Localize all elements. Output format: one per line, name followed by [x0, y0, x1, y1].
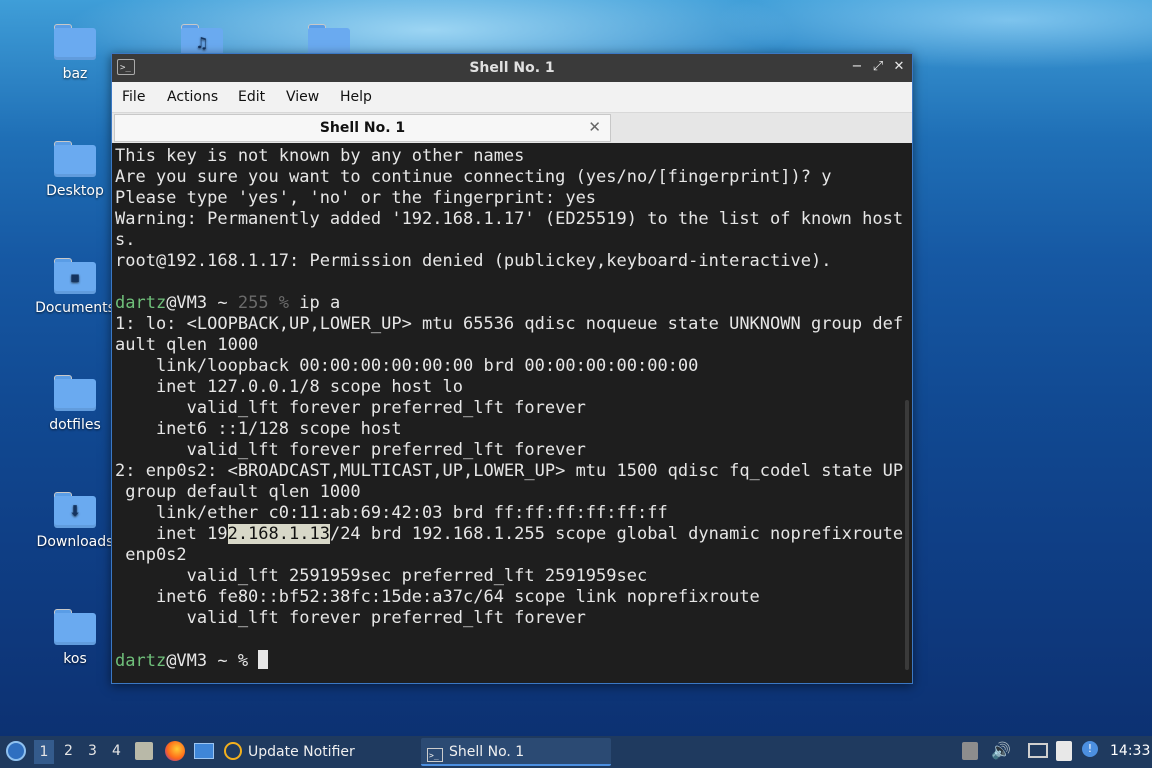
prompt-command: ip a: [289, 293, 341, 313]
desktop-icon-kos[interactable]: kos: [32, 609, 118, 667]
desktop-icon-label: kos: [63, 651, 87, 667]
desktop-icon-label: Desktop: [46, 183, 104, 199]
terminal-line: valid_lft forever preferred_lft forever: [115, 398, 586, 418]
update-notifier-icon: [224, 742, 242, 760]
desktop-icon-downloads[interactable]: ⬇ Downloads: [32, 492, 118, 550]
taskbar: 1 2 3 4 Update Notifier >_ Shell No. 1 🔊 …: [0, 736, 1152, 768]
desktop-icon-label: Documents: [35, 300, 115, 316]
clipboard-icon[interactable]: [1056, 741, 1072, 761]
terminal-line: inet6 ::1/128 scope host: [115, 419, 402, 439]
terminal-line: This key is not known by any other names: [115, 146, 525, 166]
desktop-icon-baz[interactable]: baz: [32, 24, 118, 82]
network-icon[interactable]: [1028, 743, 1048, 758]
window-title: Shell No. 1: [469, 60, 555, 76]
start-menu-icon[interactable]: [6, 741, 26, 761]
folder-icon: [54, 375, 96, 411]
prompt-line: dartz@VM3 ~ %: [115, 650, 911, 671]
file-manager-icon[interactable]: [135, 742, 153, 760]
workspace-3[interactable]: 3: [88, 743, 97, 759]
prompt-host: @VM3 ~: [166, 293, 238, 313]
prompt-exit-code: 255 %: [237, 293, 290, 313]
terminal-line: 2: enp0s2: <BROADCAST,MULTICAST,UP,LOWER…: [115, 461, 904, 481]
terminal-line: valid_lft forever preferred_lft forever: [115, 440, 586, 460]
terminal-line: Warning: Permanently added '192.168.1.17…: [115, 209, 904, 229]
tab-label: Shell No. 1: [319, 120, 406, 136]
prompt-host: @VM3 ~ %: [166, 651, 259, 671]
taskbar-update-notifier[interactable]: Update Notifier: [224, 738, 414, 766]
terminal-line: valid_lft 2591959sec preferred_lft 25919…: [115, 566, 648, 586]
folder-icon: [54, 24, 96, 60]
terminal-line: inet6 fe80::bf52:38fc:15de:a37c/64 scope…: [115, 587, 760, 607]
inet-suffix: /24 brd 192.168.1.255 scope global dynam…: [329, 524, 904, 544]
menu-help[interactable]: Help: [340, 89, 372, 105]
workspace-1[interactable]: 1: [34, 740, 54, 764]
menu-actions[interactable]: Actions: [167, 89, 218, 105]
maximize-button[interactable]: ⤢: [869, 58, 887, 76]
folder-icon: [54, 609, 96, 645]
notification-icon[interactable]: !: [1082, 741, 1098, 757]
desktop-icon-desktop[interactable]: Desktop: [32, 141, 118, 199]
terminal-output[interactable]: This key is not known by any other names…: [113, 144, 911, 683]
terminal-line: Please type 'yes', 'no' or the fingerpri…: [115, 188, 597, 208]
terminal-line: group default qlen 1000: [115, 482, 361, 502]
menu-view[interactable]: View: [286, 89, 319, 105]
window-titlebar[interactable]: >_ Shell No. 1 − ⤢ ✕: [112, 54, 912, 82]
downloads-folder-icon: ⬇: [54, 492, 96, 528]
terminal-line: inet 127.0.0.1/8 scope host lo: [115, 377, 463, 397]
terminal-icon: >_: [427, 748, 443, 762]
terminal-line: link/ether c0:11:ab:69:42:03 brd ff:ff:f…: [115, 503, 668, 523]
inet-line: inet 192.168.1.13/24 brd 192.168.1.255 s…: [115, 524, 911, 545]
desktop-icon-label: dotfiles: [49, 417, 101, 433]
tab-bar: Shell No. 1 ✕: [112, 113, 912, 143]
taskbar-shell-no-1[interactable]: >_ Shell No. 1: [421, 738, 611, 766]
terminal-line: Are you sure you want to continue connec…: [115, 167, 832, 187]
taskbar-app-label: Update Notifier: [248, 744, 355, 760]
desktop-icon-label: Downloads: [36, 534, 114, 550]
selected-ip-text[interactable]: 2.168.1.13: [227, 524, 330, 544]
terminal-text: This key is not known by any other names…: [113, 144, 911, 671]
close-button[interactable]: ✕: [890, 58, 908, 76]
tab-close-icon[interactable]: ✕: [588, 118, 601, 136]
volume-icon[interactable]: 🔊: [991, 741, 1011, 760]
terminal-line: root@192.168.1.17: Permission denied (pu…: [115, 251, 832, 271]
desktop-icon-documents[interactable]: ▪ Documents: [32, 258, 118, 316]
prompt-user: dartz: [115, 651, 167, 671]
firefox-icon[interactable]: [165, 741, 185, 761]
terminal-line: valid_lft forever preferred_lft forever: [115, 608, 586, 628]
terminal-line: 1: lo: <LOOPBACK,UP,LOWER_UP> mtu 65536 …: [115, 314, 904, 334]
workspace-4[interactable]: 4: [112, 743, 121, 759]
prompt-user: dartz: [115, 293, 167, 313]
taskbar-app-label: Shell No. 1: [449, 744, 525, 760]
terminal-scrollbar[interactable]: [905, 400, 909, 670]
minimize-button[interactable]: −: [848, 58, 866, 76]
menu-file[interactable]: File: [122, 89, 145, 105]
terminal-window[interactable]: >_ Shell No. 1 − ⤢ ✕ File Actions Edit V…: [111, 53, 913, 684]
terminal-line: ault qlen 1000: [115, 335, 259, 355]
tab-shell-1[interactable]: Shell No. 1 ✕: [114, 114, 611, 142]
show-desktop-icon[interactable]: [194, 743, 214, 759]
documents-folder-icon: ▪: [54, 258, 96, 294]
clock[interactable]: 14:33: [1110, 743, 1150, 759]
tray-eject-icon[interactable]: [962, 742, 978, 760]
terminal-cursor: [258, 650, 269, 669]
terminal-line: enp0s2: [115, 545, 187, 565]
prompt-line: dartz@VM3 ~ 255 % ip a: [115, 293, 911, 314]
desktop-icon-dotfiles[interactable]: dotfiles: [32, 375, 118, 433]
folder-icon: [54, 141, 96, 177]
workspace-2[interactable]: 2: [64, 743, 73, 759]
terminal-line: s.: [115, 230, 136, 250]
desktop-icon-label: baz: [62, 66, 88, 82]
menu-edit[interactable]: Edit: [238, 89, 265, 105]
inet-prefix: inet 19: [115, 524, 228, 544]
terminal-line: link/loopback 00:00:00:00:00:00 brd 00:0…: [115, 356, 699, 376]
menu-bar: File Actions Edit View Help: [112, 82, 912, 113]
